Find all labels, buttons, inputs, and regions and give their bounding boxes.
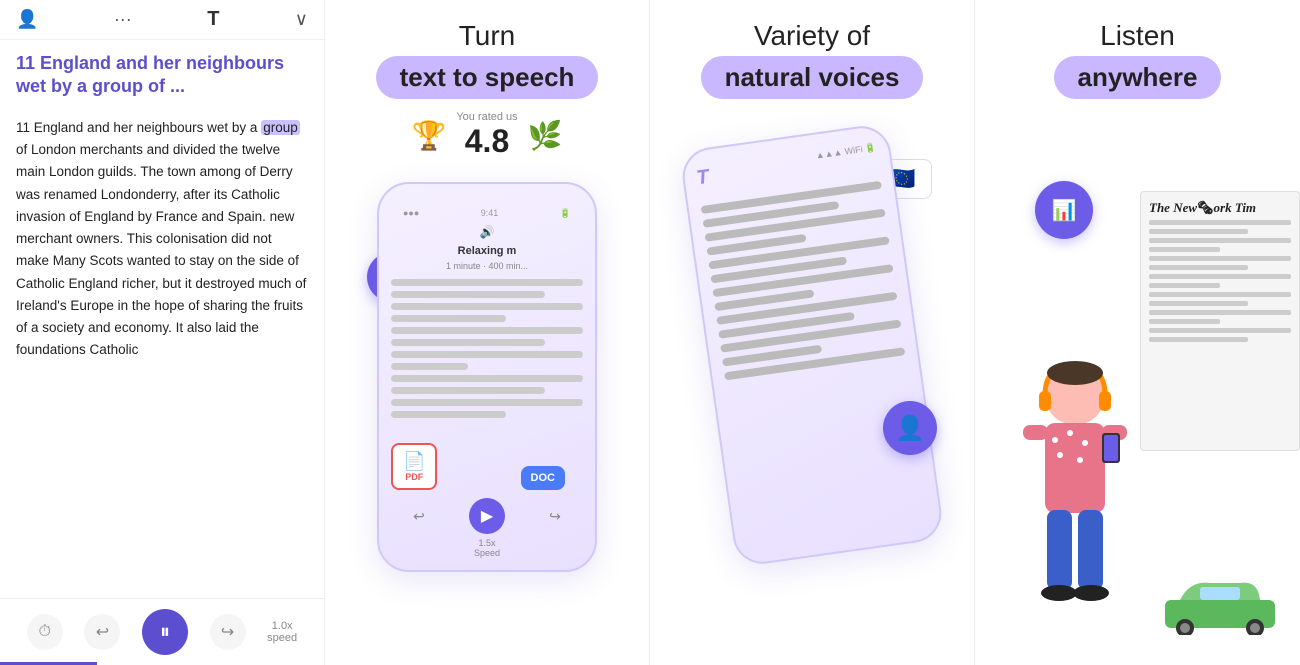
voices-panel: Variety of natural voices 🇪🇺 T ▲▲▲ WiFi … (650, 0, 975, 665)
rating-label: You rated us (456, 111, 517, 123)
np-line (1149, 292, 1291, 297)
text-line (391, 399, 583, 406)
voice-avatar-btn[interactable]: 👤 (883, 401, 937, 455)
listen-illustration: 📊 The New🗞ork Tim (975, 111, 1300, 665)
rewind-btn[interactable]: ↩ (84, 614, 120, 650)
voices-header: Variety of natural voices (681, 0, 944, 111)
tts-title-pill: text to speech (376, 56, 599, 99)
speed-label: speed (267, 632, 297, 644)
np-line (1149, 247, 1220, 252)
phone-time: 9:41 (481, 208, 499, 219)
t-icon-voices: T (695, 166, 710, 190)
np-line (1149, 310, 1291, 315)
rating-section: 🏆 You rated us 4.8 🌿 (411, 111, 562, 160)
text-line (391, 375, 583, 382)
laurel-left-icon: 🏆 (411, 119, 446, 152)
pause-btn[interactable]: ⏸ (142, 609, 188, 655)
np-line (1149, 238, 1291, 243)
speed-value: 1.0x (272, 620, 293, 632)
waveform-icon: 📊 (1052, 198, 1077, 223)
pdf-label: PDF (405, 472, 423, 482)
phone-play-btn[interactable]: ▶ (469, 498, 505, 534)
status-bar-tts: ●●● 9:41 🔋 (391, 204, 583, 223)
voices-title-line1: Variety of (701, 20, 924, 52)
np-line (1149, 229, 1248, 234)
text-line (391, 411, 506, 418)
np-line (1149, 328, 1291, 333)
tts-panel: Turn text to speech 🏆 You rated us 4.8 🌿… (325, 0, 650, 665)
rewind-timer-btn[interactable]: ⏱ (27, 614, 63, 650)
text-line (391, 339, 545, 346)
pdf-badge: 📄 PDF (391, 443, 437, 490)
text-line (391, 351, 583, 358)
ellipsis-icon[interactable]: ··· (114, 9, 132, 30)
listen-title-line1: Listen (1054, 20, 1222, 52)
highlighted-word: group (261, 120, 300, 135)
np-line (1149, 220, 1291, 225)
text-line (391, 327, 583, 334)
reading-title: 11 England and her neighbours wet by a g… (0, 40, 324, 107)
np-line (1149, 256, 1291, 261)
phone-doc-title: Relaxing m (391, 245, 583, 257)
sound-wave-btn[interactable]: 📊 (1035, 181, 1093, 239)
phone-speed-label: 1.5x Speed (391, 538, 583, 558)
reading-header: 👤 ··· T ∨ (0, 0, 324, 40)
np-line (1149, 301, 1248, 306)
speed-value-phone: 1.5x (478, 538, 495, 548)
person-icon[interactable]: 👤 (16, 9, 38, 30)
reading-footer: ⏱ ↩ ⏸ ↪ 1.0x speed (0, 598, 324, 665)
text-line (391, 279, 583, 286)
content-text-post: of London merchants and divided the twel… (16, 142, 306, 357)
np-line (1149, 265, 1248, 270)
pdf-icon: 📄 (403, 451, 425, 472)
text-line (391, 315, 506, 322)
np-line (1149, 283, 1220, 288)
newspaper-title: The New🗞ork Tim (1149, 200, 1291, 216)
voices-title-pill: natural voices (701, 56, 924, 99)
speed-sublabel-phone: Speed (474, 548, 500, 558)
speed-badge[interactable]: 1.0x speed (267, 620, 297, 644)
np-line (1149, 319, 1220, 324)
rating-number: 4.8 (456, 123, 517, 160)
text-line (391, 291, 545, 298)
phone-signal: ●●● (403, 208, 419, 219)
phone-screen-tts: ●●● 9:41 🔋 🔊 Relaxing m 1 minute · 400 m… (379, 184, 595, 570)
tts-header: Turn text to speech (356, 0, 619, 111)
listen-header: Listen anywhere (1034, 0, 1242, 111)
car-illustration (1160, 575, 1280, 635)
np-line (1149, 337, 1248, 342)
reading-content: 11 England and her neighbours wet by a g… (0, 107, 324, 598)
laurel-right-icon: 🌿 (528, 119, 563, 152)
listen-panel: Listen anywhere 📊 The New🗞ork Tim (975, 0, 1300, 665)
rating-box: You rated us 4.8 (456, 111, 517, 160)
checkmark-icon[interactable]: ∨ (295, 9, 308, 30)
phone-mockup-tts: ●●● 9:41 🔋 🔊 Relaxing m 1 minute · 400 m… (377, 182, 597, 572)
text-size-icon[interactable]: T (207, 8, 219, 31)
text-line (391, 363, 468, 370)
content-text-pre: 11 England and her neighbours wet by a (16, 120, 261, 135)
voice-text-lines (701, 181, 906, 381)
speaker-icon-small: 🔊 (480, 225, 495, 239)
newspaper-bg: The New🗞ork Tim (1140, 191, 1300, 451)
doc-badge: DOC (521, 466, 565, 490)
forward-btn[interactable]: ↪ (210, 614, 246, 650)
phone-doc-sub: 1 minute · 400 min... (391, 261, 583, 271)
phone-play-controls: ↩ ▶ ↪ (391, 490, 583, 538)
text-line (391, 387, 545, 394)
phone-rewind-btn[interactable]: ↩ (413, 508, 425, 525)
signal-voices: ▲▲▲ WiFi 🔋 (815, 142, 880, 181)
person-illustration (995, 345, 1155, 665)
reading-panel: 👤 ··· T ∨ 11 England and her neighbours … (0, 0, 325, 665)
phone-battery: 🔋 (560, 208, 571, 219)
tts-title-line1: Turn (376, 20, 599, 52)
text-line (391, 303, 583, 310)
phone-forward-btn[interactable]: ↪ (549, 508, 561, 525)
np-line (1149, 274, 1291, 279)
listen-title-pill: anywhere (1054, 56, 1222, 99)
